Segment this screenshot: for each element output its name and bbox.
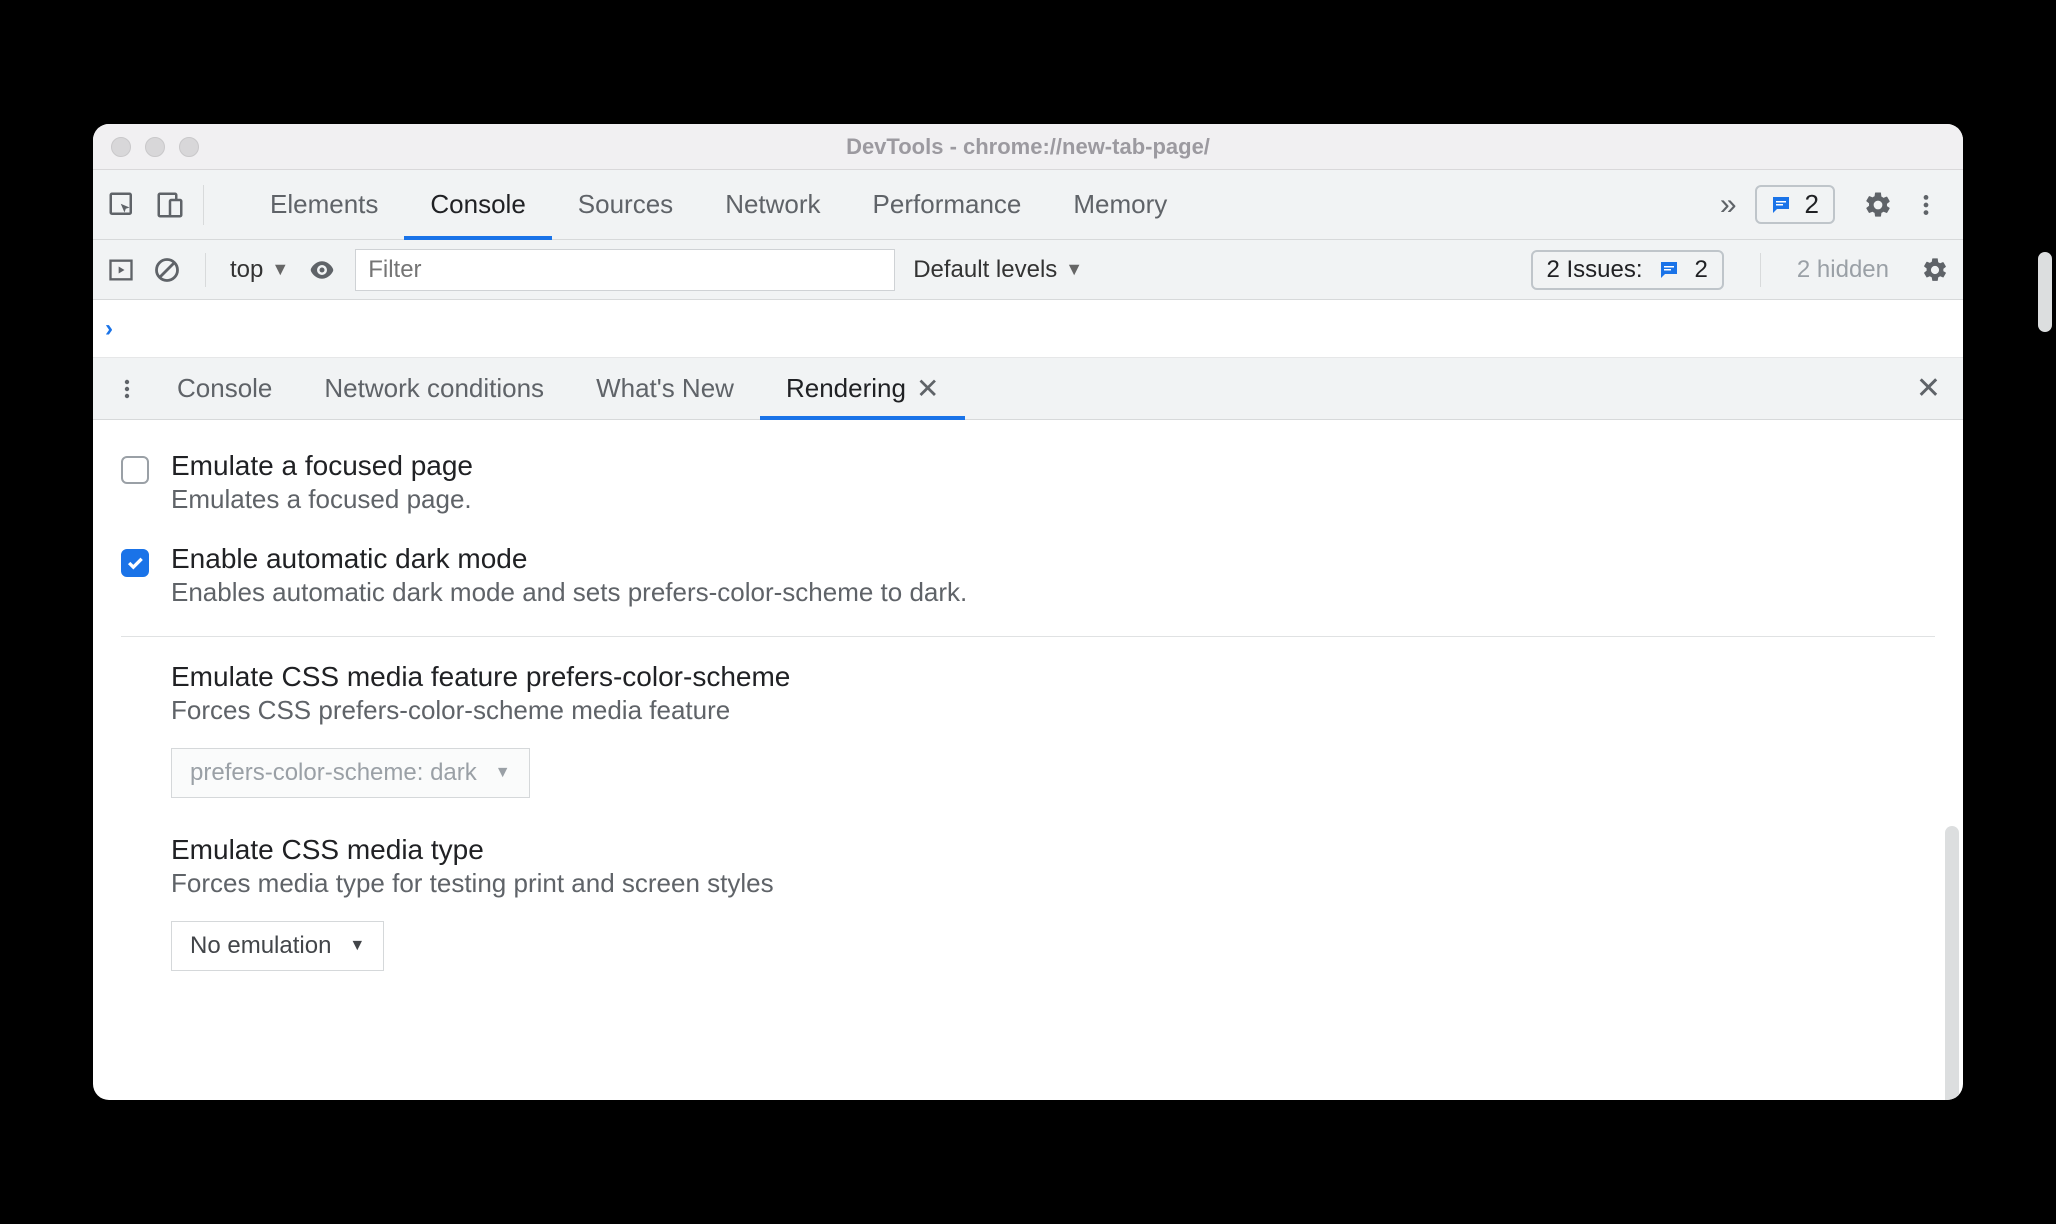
drawer-tab-whats-new[interactable]: What's New — [570, 358, 760, 419]
device-toggle-icon[interactable] — [155, 190, 185, 220]
option-desc: Emulates a focused page. — [171, 484, 473, 515]
console-settings-icon[interactable] — [1921, 256, 1949, 284]
context-selector[interactable]: top ▼ — [230, 256, 289, 284]
tab-performance[interactable]: Performance — [847, 170, 1048, 239]
messages-count: 2 — [1805, 189, 1819, 220]
clear-console-icon[interactable] — [153, 256, 181, 284]
setting-title: Emulate CSS media feature prefers-color-… — [171, 661, 1935, 693]
checkbox-emulate-focused[interactable] — [121, 456, 149, 484]
drawer-menu-icon[interactable] — [115, 375, 139, 403]
chevron-down-icon: ▼ — [349, 937, 365, 955]
main-toolbar: Elements Console Sources Network Perform… — [93, 170, 1963, 240]
inspect-element-icon[interactable] — [107, 190, 137, 220]
option-title: Emulate a focused page — [171, 450, 473, 482]
tab-elements[interactable]: Elements — [244, 170, 404, 239]
drawer-tab-console[interactable]: Console — [151, 358, 298, 419]
issues-button[interactable]: 2 Issues: 2 — [1531, 250, 1724, 290]
setting-desc: Forces CSS prefers-color-scheme media fe… — [171, 695, 1935, 726]
dropdown-media-type[interactable]: No emulation ▼ — [171, 921, 384, 971]
option-dark-mode: Enable automatic dark mode Enables autom… — [121, 533, 1935, 626]
close-drawer-icon[interactable]: ✕ — [1916, 371, 1941, 406]
window-title: DevTools - chrome://new-tab-page/ — [93, 134, 1963, 160]
tab-console[interactable]: Console — [404, 170, 551, 239]
option-title: Enable automatic dark mode — [171, 543, 967, 575]
tab-network[interactable]: Network — [699, 170, 846, 239]
messages-badge[interactable]: 2 — [1755, 185, 1835, 224]
panel-scrollbar[interactable] — [1945, 826, 1959, 1100]
drawer-tabs: Console Network conditions What's New Re… — [93, 358, 1963, 420]
setting-desc: Forces media type for testing print and … — [171, 868, 1935, 899]
toggle-sidebar-icon[interactable] — [107, 256, 135, 284]
close-rendering-tab-icon[interactable]: ✕ — [916, 372, 939, 405]
setting-title: Emulate CSS media type — [171, 834, 1935, 866]
option-emulate-focused: Emulate a focused page Emulates a focuse… — [121, 440, 1935, 533]
more-menu-icon[interactable] — [1913, 190, 1939, 220]
log-levels-selector[interactable]: Default levels ▼ — [913, 256, 1083, 284]
drawer-tab-network-conditions[interactable]: Network conditions — [298, 358, 570, 419]
hidden-count[interactable]: 2 hidden — [1797, 256, 1889, 284]
console-toolbar: top ▼ Default levels ▼ 2 Issues: 2 2 hid… — [93, 240, 1963, 300]
console-prompt[interactable]: › — [93, 300, 1963, 358]
checkbox-dark-mode[interactable] — [121, 549, 149, 577]
setting-media-type: Emulate CSS media type Forces media type… — [121, 834, 1935, 971]
main-tabs: Elements Console Sources Network Perform… — [244, 170, 1193, 239]
chevron-down-icon: ▼ — [495, 764, 511, 782]
settings-icon[interactable] — [1863, 190, 1893, 220]
tab-sources[interactable]: Sources — [552, 170, 699, 239]
devtools-window: DevTools - chrome://new-tab-page/ Elemen… — [93, 124, 1963, 1100]
tab-memory[interactable]: Memory — [1047, 170, 1193, 239]
drawer-tab-rendering[interactable]: Rendering ✕ — [760, 358, 965, 419]
prompt-caret-icon: › — [105, 315, 113, 343]
live-expression-icon[interactable] — [307, 255, 337, 285]
titlebar: DevTools - chrome://new-tab-page/ — [93, 124, 1963, 170]
rendering-panel: Emulate a focused page Emulates a focuse… — [93, 420, 1963, 1100]
dropdown-prefers-color-scheme[interactable]: prefers-color-scheme: dark ▼ — [171, 748, 530, 798]
more-tabs-icon[interactable]: » — [1720, 188, 1737, 222]
filter-input[interactable] — [355, 249, 895, 291]
divider — [121, 636, 1935, 637]
setting-prefers-color-scheme: Emulate CSS media feature prefers-color-… — [121, 661, 1935, 798]
option-desc: Enables automatic dark mode and sets pre… — [171, 577, 967, 608]
